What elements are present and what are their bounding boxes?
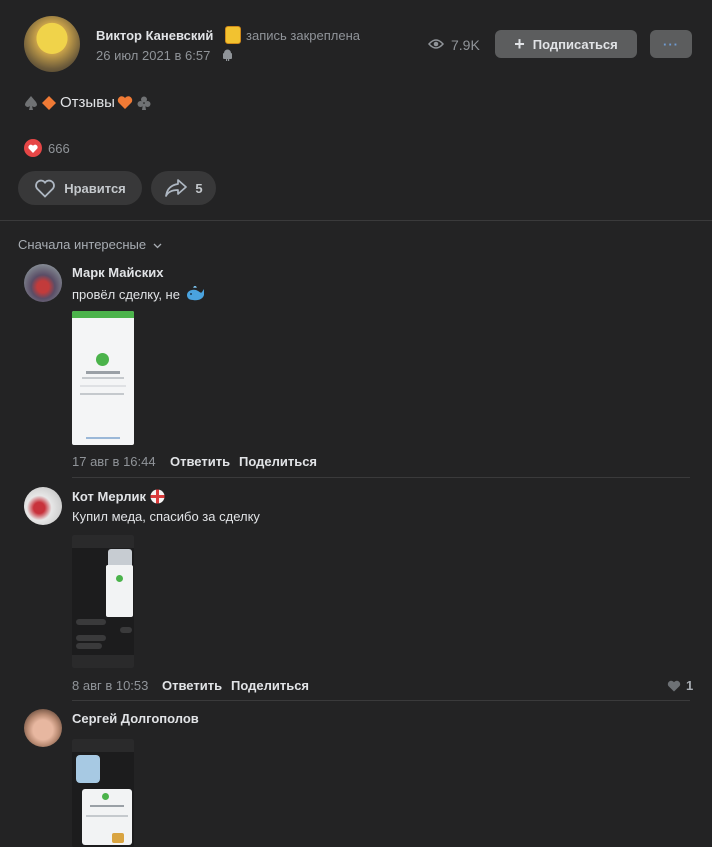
comment-likes-count: 1 xyxy=(686,678,694,693)
plus-icon: + xyxy=(514,34,525,54)
reply-button[interactable]: Ответить xyxy=(162,678,222,693)
reaction-heart-icon[interactable] xyxy=(24,139,42,157)
share-icon xyxy=(165,179,188,197)
comment-author[interactable]: Сергей Долгополов xyxy=(72,711,199,726)
comments-sort[interactable]: Сначала интересные xyxy=(18,237,162,252)
pinned-label: запись закреплена xyxy=(246,28,360,43)
club-icon xyxy=(137,96,151,110)
android-icon xyxy=(222,49,233,61)
comment-like[interactable]: 1 xyxy=(667,678,693,693)
comment-divider xyxy=(72,700,690,701)
comment-date[interactable]: 17 авг в 16:44 xyxy=(72,454,156,469)
more-button[interactable]: ··· xyxy=(650,30,692,58)
heart-icon xyxy=(667,680,681,691)
comment-author[interactable]: Кот Мерлик xyxy=(72,489,165,504)
diamond-icon xyxy=(42,95,56,110)
like-label: Нравится xyxy=(64,180,126,196)
comment-avatar[interactable] xyxy=(24,709,62,747)
comment-text: провёл сделку, не xyxy=(72,286,205,302)
eye-icon xyxy=(428,38,444,53)
heart-icon xyxy=(117,96,133,109)
comment-date[interactable]: 8 авг в 10:53 xyxy=(72,678,148,693)
subscribe-label: Подписаться xyxy=(532,36,618,52)
like-button[interactable]: Нравится xyxy=(18,171,142,205)
post-text: Отзывы xyxy=(24,94,152,111)
share-link[interactable]: Поделиться xyxy=(239,454,317,469)
likes-count[interactable]: 666 xyxy=(48,141,70,156)
badge-icon xyxy=(225,26,241,44)
comment-avatar[interactable] xyxy=(24,487,62,525)
comment-attachment-image[interactable] xyxy=(72,311,134,445)
reply-button[interactable]: Ответить xyxy=(170,454,230,469)
author-avatar[interactable] xyxy=(24,16,80,72)
share-button[interactable]: 5 xyxy=(151,171,216,205)
post-divider xyxy=(0,220,712,221)
comment-attachment-image[interactable] xyxy=(72,535,134,668)
whale-icon xyxy=(186,286,204,301)
views-count: 7.9K xyxy=(451,37,480,53)
post-date[interactable]: 26 июл 2021 в 6:57 xyxy=(96,48,210,63)
share-link[interactable]: Поделиться xyxy=(231,678,309,693)
comment-text: Купил меда, спасибо за сделку xyxy=(72,509,260,524)
comment-avatar[interactable] xyxy=(24,264,62,302)
flag-icon xyxy=(150,489,165,504)
author-name[interactable]: Виктор Каневский xyxy=(96,28,213,43)
comment-attachment-image[interactable] xyxy=(72,739,134,847)
comment-author[interactable]: Марк Майских xyxy=(72,265,163,280)
comment-divider xyxy=(72,477,690,478)
spade-icon xyxy=(25,95,37,110)
chevron-down-icon xyxy=(153,243,162,249)
heart-outline-icon xyxy=(35,179,56,198)
subscribe-button[interactable]: + Подписаться xyxy=(495,30,637,58)
more-icon: ··· xyxy=(663,36,679,52)
share-count: 5 xyxy=(195,180,203,196)
